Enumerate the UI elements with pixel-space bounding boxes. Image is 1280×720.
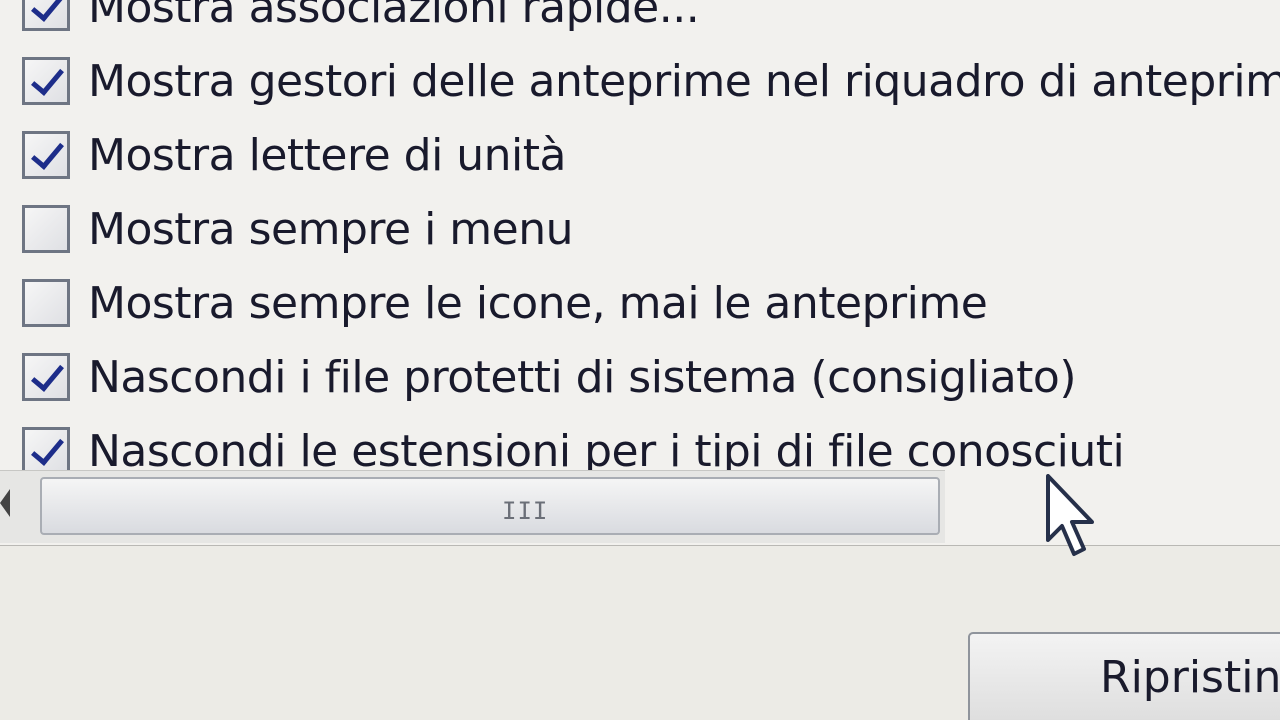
- scrollbar-thumb[interactable]: III: [40, 477, 940, 535]
- option-label: Nascondi le estensioni per i tipi di fil…: [88, 425, 1125, 477]
- scroll-left-arrow-icon[interactable]: [0, 489, 10, 517]
- option-row[interactable]: Mostra gestori delle anteprime nel riqua…: [22, 44, 1280, 118]
- option-label: Mostra lettere di unità: [88, 129, 567, 181]
- option-label: Mostra sempre le icone, mai le anteprime: [88, 277, 988, 329]
- checkbox[interactable]: [22, 279, 70, 327]
- horizontal-scrollbar[interactable]: III: [0, 470, 945, 543]
- scrollbar-grip-icon: III: [502, 497, 549, 525]
- option-row[interactable]: Mostra lettere di unità: [22, 118, 1280, 192]
- option-label: Nascondi i file protetti di sistema (con…: [88, 351, 1077, 403]
- checkbox[interactable]: [22, 353, 70, 401]
- option-row[interactable]: Mostra associazioni rapide...: [22, 0, 1280, 44]
- checkbox[interactable]: [22, 427, 70, 475]
- option-row[interactable]: Mostra sempre i menu: [22, 192, 1280, 266]
- checkbox[interactable]: [22, 0, 70, 31]
- mouse-pointer-icon: [1046, 474, 1094, 556]
- option-label: Mostra associazioni rapide...: [88, 0, 700, 33]
- option-list: Mostra associazioni rapide... Mostra ges…: [22, 0, 1280, 488]
- restore-defaults-button[interactable]: Ripristina: [968, 632, 1280, 720]
- checkbox[interactable]: [22, 57, 70, 105]
- advanced-settings-panel: Mostra associazioni rapide... Mostra ges…: [0, 0, 1280, 546]
- checkbox[interactable]: [22, 205, 70, 253]
- option-row[interactable]: Nascondi i file protetti di sistema (con…: [22, 340, 1280, 414]
- option-label: Mostra gestori delle anteprime nel riqua…: [88, 55, 1280, 107]
- option-label: Mostra sempre i menu: [88, 203, 573, 255]
- option-row[interactable]: Mostra sempre le icone, mai le anteprime: [22, 266, 1280, 340]
- checkbox[interactable]: [22, 131, 70, 179]
